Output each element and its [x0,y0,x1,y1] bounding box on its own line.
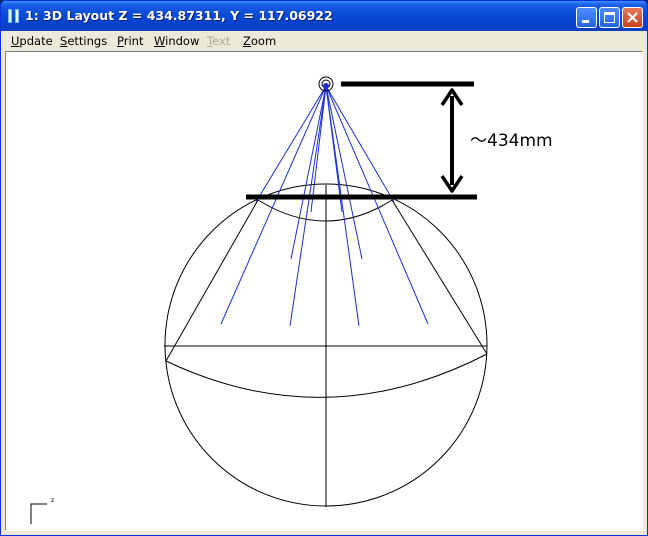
minimize-button[interactable] [576,7,597,28]
ray-bundle [220,85,429,327]
menu-bar: Update Settings Print Window Text Zoom [1,31,647,51]
cap-curve [257,199,393,222]
cone-right-line [391,199,488,355]
ray [325,85,363,260]
ray [220,85,327,325]
menu-zoom[interactable]: Zoom [243,34,276,48]
cone-left-line [165,199,259,362]
minimize-icon [582,20,589,23]
title-bar[interactable]: 1: 3D Layout Z = 434.87311, Y = 117.0692… [1,1,647,31]
distance-label: ～434mm [470,131,553,151]
layout-canvas[interactable]: ～434mm z [5,51,643,531]
axis-label-z: z [51,497,55,504]
menu-settings[interactable]: Settings [60,34,107,48]
layout-window: 1: 3D Layout Z = 434.87311, Y = 117.0692… [0,0,648,536]
maximize-icon [604,12,615,23]
maximize-button[interactable] [599,7,620,28]
layout-drawing [30,76,488,524]
ray [289,85,327,327]
close-icon [627,12,638,23]
menu-window[interactable]: Window [154,34,199,48]
window-title: 1: 3D Layout Z = 434.87311, Y = 117.0692… [25,8,333,23]
app-icon[interactable] [7,8,21,24]
source-point [323,83,329,89]
axis-indicator [30,503,47,524]
menu-text: Text [207,34,231,48]
menu-update[interactable]: Update [11,34,53,48]
menu-print[interactable]: Print [117,34,143,48]
ray [290,85,327,260]
close-button[interactable] [622,7,643,28]
